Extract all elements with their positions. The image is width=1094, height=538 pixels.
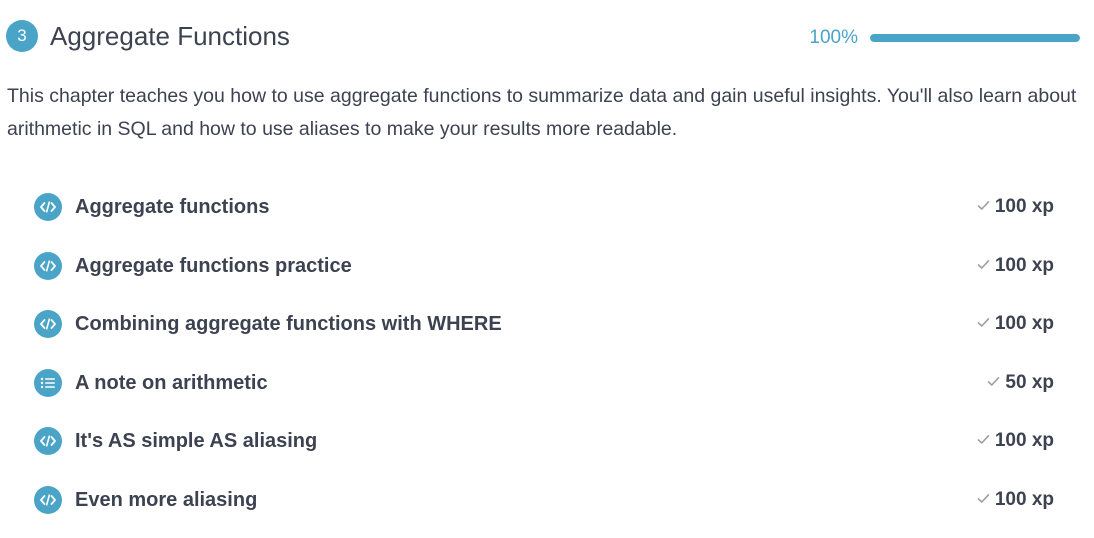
checkmark-icon [977,432,990,450]
chapter-header: 3 Aggregate Functions 100% [6,17,1086,55]
exercise-xp-value: 100 xp [994,313,1054,335]
exercise-item[interactable]: Aggregate functions practice 100 xp [34,237,1054,296]
exercise-xp: 50 xp [987,370,1054,396]
exercise-xp: 100 xp [977,253,1054,279]
exercise-xp-value: 100 xp [994,430,1054,452]
checkmark-icon [977,198,990,216]
exercise-xp: 100 xp [977,487,1054,513]
exercise-xp: 100 xp [977,311,1054,337]
exercise-title[interactable]: It's AS simple AS aliasing [75,428,317,454]
exercise-item[interactable]: Aggregate functions 100 xp [34,178,1054,237]
progress-bar [870,34,1080,42]
exercise-xp-value: 100 xp [994,254,1054,276]
code-icon [34,193,62,221]
exercise-item[interactable]: Combining aggregate functions with WHERE… [34,295,1054,354]
exercise-list: Aggregate functions 100 xp Aggregate funct… [34,178,1054,530]
checkmark-icon [977,315,990,333]
checkmark-icon [977,257,990,275]
exercise-xp-value: 50 xp [1005,371,1054,393]
code-icon [34,310,62,339]
code-icon [34,427,62,456]
exercise-xp: 100 xp [977,428,1054,454]
exercise-item[interactable]: Even more aliasing 100 xp [34,471,1054,530]
exercise-xp-value: 100 xp [994,488,1054,510]
exercise-title[interactable]: Aggregate functions practice [75,253,352,279]
exercise-title[interactable]: Aggregate functions [75,194,269,220]
checkmark-icon [977,491,990,509]
chapter-title: Aggregate Functions [50,21,290,51]
progress-label: 100% [809,27,858,48]
chapter-number-badge: 3 [6,20,38,52]
exercise-title[interactable]: Combining aggregate functions with WHERE [75,311,502,337]
exercise-title[interactable]: A note on arithmetic [75,370,268,396]
code-icon [34,251,62,280]
list-icon [34,368,62,397]
progress-bar-fill [870,34,1080,42]
exercise-title[interactable]: Even more aliasing [75,487,257,513]
exercise-xp-value: 100 xp [994,196,1054,217]
exercise-item[interactable]: A note on arithmetic 50 xp [34,354,1054,413]
code-icon [34,485,62,514]
exercise-item[interactable]: It's AS simple AS aliasing 100 xp [34,412,1054,471]
checkmark-icon [987,374,1000,392]
exercise-xp: 100 xp [977,194,1054,220]
chapter-description: This chapter teaches you how to use aggr… [7,85,1077,140]
